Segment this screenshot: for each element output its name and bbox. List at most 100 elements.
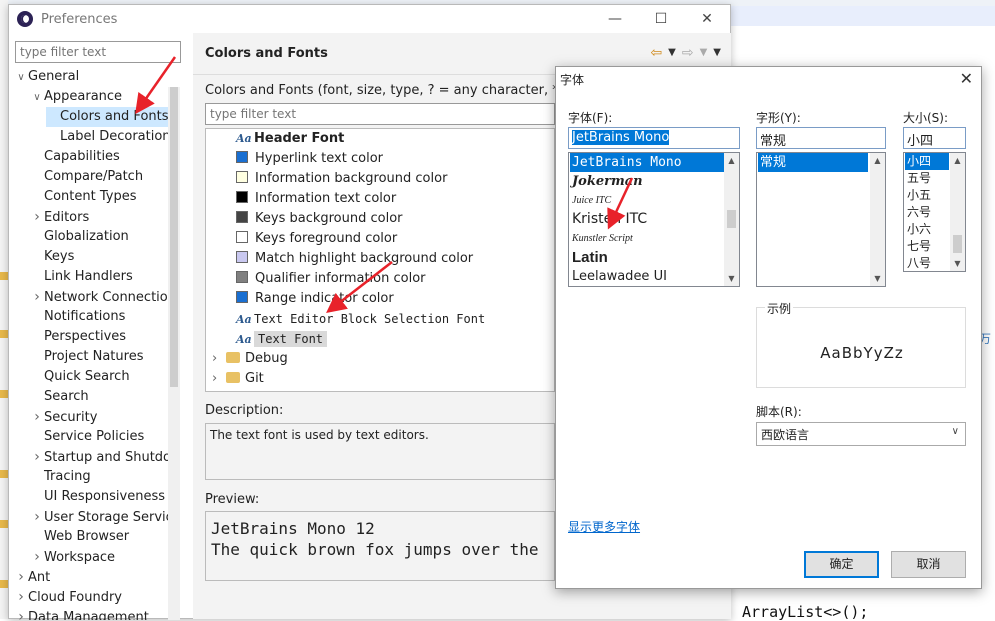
tree-item[interactable]: Keys — [30, 247, 74, 267]
scroll-up-icon[interactable]: ▲ — [950, 153, 965, 168]
color-font-item[interactable]: › Debug — [212, 349, 288, 369]
collapsed-chevron-icon[interactable]: › — [30, 447, 44, 467]
size-list-item[interactable]: 六号 — [905, 204, 949, 221]
collapsed-chevron-icon[interactable]: › — [212, 369, 226, 389]
tree-scrollbar[interactable] — [168, 87, 180, 620]
collapsed-chevron-icon[interactable]: › — [14, 567, 28, 587]
forward-menu-chevron-icon[interactable]: ▼ — [700, 45, 708, 61]
font-list-scrollbar[interactable]: ▲ ▼ — [724, 153, 739, 286]
font-name-input[interactable]: JetBrains Mono — [568, 127, 740, 149]
size-list-scroll-thumb[interactable] — [953, 235, 962, 253]
size-list-item[interactable]: 八号 — [905, 255, 949, 271]
size-list-scrollbar[interactable]: ▲ ▼ — [950, 153, 965, 271]
expanded-chevron-icon[interactable]: ∨ — [14, 68, 28, 88]
tree-item[interactable]: › Ant — [14, 567, 50, 587]
tree-item[interactable]: Tracing — [30, 467, 91, 487]
scroll-up-icon[interactable]: ▲ — [724, 153, 739, 168]
tree-item[interactable]: Capabilities — [30, 147, 120, 167]
minimize-button[interactable]: — — [592, 5, 638, 33]
font-list-item[interactable]: Kunstler Script — [570, 229, 724, 248]
forward-arrow-icon[interactable]: ⇨ — [682, 45, 694, 61]
color-font-item[interactable]: Information text color — [236, 189, 396, 209]
collapsed-chevron-icon[interactable]: › — [30, 507, 44, 527]
tree-item[interactable]: Project Natures — [30, 347, 143, 367]
back-menu-chevron-icon[interactable]: ▼ — [668, 45, 676, 61]
font-list-item[interactable]: Juice ITC — [570, 191, 724, 210]
color-font-item[interactable]: Information background color — [236, 169, 447, 189]
font-list-item[interactable]: Jokerman — [570, 172, 724, 191]
scroll-down-icon[interactable]: ▼ — [870, 271, 885, 286]
tree-item[interactable]: Search — [30, 387, 89, 407]
tree-item[interactable]: › Network Connections — [30, 287, 176, 307]
color-font-item[interactable]: Qualifier information color — [236, 269, 426, 289]
size-list-item[interactable]: 小四 — [905, 153, 949, 170]
font-style-input[interactable]: 常规 — [756, 127, 886, 149]
font-style-list[interactable]: 常规 ▲ ▼ — [756, 152, 886, 287]
view-menu-icon[interactable]: ▼ — [713, 45, 721, 61]
cancel-button[interactable]: 取消 — [891, 551, 966, 578]
tree-filter-input[interactable] — [15, 41, 181, 63]
size-list-item[interactable]: 五号 — [905, 170, 949, 187]
font-dialog-close-icon[interactable]: ✕ — [960, 69, 973, 88]
tree-item[interactable]: Compare/Patch — [30, 167, 143, 187]
tree-item[interactable]: Notifications — [30, 307, 125, 327]
color-font-item[interactable]: Keys foreground color — [236, 229, 397, 249]
color-font-item[interactable]: Match highlight background color — [236, 249, 473, 269]
tree-item[interactable]: › User Storage Service — [30, 507, 176, 527]
maximize-button[interactable]: ☐ — [638, 5, 684, 33]
tree-item[interactable]: Content Types — [30, 187, 136, 207]
tree-scroll-thumb[interactable] — [170, 87, 178, 387]
tree-item[interactable]: Globalization — [30, 227, 129, 247]
close-button[interactable]: ✕ — [684, 5, 730, 33]
tree-item[interactable]: › Cloud Foundry — [14, 587, 122, 607]
collapsed-chevron-icon[interactable]: › — [30, 287, 44, 307]
ok-button[interactable]: 确定 — [804, 551, 879, 578]
collapsed-chevron-icon[interactable]: › — [30, 407, 44, 427]
collapsed-chevron-icon[interactable]: › — [30, 547, 44, 567]
font-list-item[interactable]: JetBrains Mono — [570, 153, 724, 172]
script-select[interactable]: 西欧语言 ∨ — [756, 422, 966, 446]
tree-item[interactable]: Label Decorations — [46, 127, 176, 147]
size-list-item[interactable]: 小六 — [905, 221, 949, 238]
tree-item[interactable]: › Security — [30, 407, 97, 427]
font-list-item[interactable]: Leelawadee UI — [570, 267, 724, 286]
collapsed-chevron-icon[interactable]: › — [14, 607, 28, 620]
scroll-up-icon[interactable]: ▲ — [870, 153, 885, 168]
style-list-item[interactable]: 常规 — [758, 153, 868, 172]
tree-item[interactable]: › Editors — [30, 207, 89, 227]
color-font-item[interactable]: Range indicator color — [236, 289, 394, 309]
color-font-item[interactable]: Aa Text Font — [236, 329, 328, 349]
style-list-scrollbar[interactable]: ▲ ▼ — [870, 153, 885, 286]
more-fonts-link[interactable]: 显示更多字体 — [568, 518, 640, 535]
tree-item[interactable]: Link Handlers — [30, 267, 133, 287]
tree-item[interactable]: › Data Management — [14, 607, 149, 620]
scroll-down-icon[interactable]: ▼ — [724, 271, 739, 286]
color-font-item[interactable]: Aa Text Editor Block Selection Font — [236, 309, 485, 329]
tree-item[interactable]: › Workspace — [30, 547, 115, 567]
font-list-item[interactable]: Latin — [570, 248, 724, 267]
colors-filter-input[interactable] — [205, 103, 555, 125]
font-list-item[interactable]: Kristen ITC — [570, 210, 724, 229]
font-size-input[interactable]: 小四 — [903, 127, 966, 149]
back-arrow-icon[interactable]: ⇦ — [650, 45, 662, 61]
collapsed-chevron-icon[interactable]: › — [14, 587, 28, 607]
tree-item[interactable]: Web Browser — [30, 527, 129, 547]
tree-item[interactable]: Service Policies — [30, 427, 144, 447]
tree-item[interactable]: UI Responsiveness — [30, 487, 165, 507]
font-size-list[interactable]: 八号 七号 小六 六号 小五 五号 小四 ▲ ▼ — [903, 152, 966, 272]
size-list-item[interactable]: 七号 — [905, 238, 949, 255]
tree-item[interactable]: Colors and Fonts — [46, 107, 169, 127]
color-font-item[interactable]: Hyperlink text color — [236, 149, 383, 169]
color-font-item[interactable]: › Git — [212, 369, 264, 389]
tree-item[interactable]: Perspectives — [30, 327, 126, 347]
font-list[interactable]: Leelawadee UI Latin Kunstler Script Kristen… — [568, 152, 740, 287]
color-font-item[interactable]: Aa Header Font — [236, 129, 344, 149]
collapsed-chevron-icon[interactable]: › — [212, 349, 226, 369]
tree-item[interactable]: › Startup and Shutdown — [30, 447, 176, 467]
expanded-chevron-icon[interactable]: ∨ — [30, 88, 44, 108]
scroll-down-icon[interactable]: ▼ — [950, 256, 965, 271]
collapsed-chevron-icon[interactable]: › — [30, 207, 44, 227]
tree-item[interactable]: ∨ General — [14, 67, 79, 87]
font-list-scroll-thumb[interactable] — [727, 210, 736, 228]
tree-item[interactable]: Quick Search — [30, 367, 130, 387]
